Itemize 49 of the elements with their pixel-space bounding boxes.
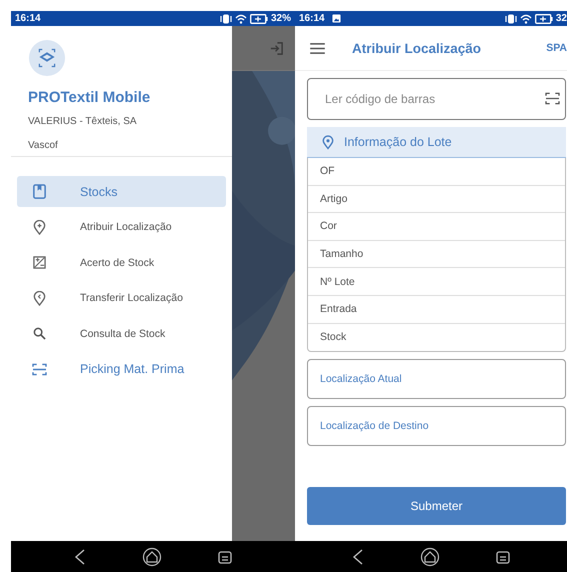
action-link[interactable]: SPA (546, 42, 567, 54)
barcode-field[interactable]: Ler código de barras (307, 78, 566, 120)
section-title: Informação do Lote (344, 135, 452, 149)
wifi-icon (520, 14, 532, 24)
app-logo-icon (28, 39, 66, 77)
info-row: Nº Lote (308, 268, 565, 296)
menu-item[interactable]: Atribuir Localização (17, 212, 226, 242)
bookmark-book-icon (32, 184, 47, 199)
info-row-text: Stock (319, 330, 348, 346)
scan-icon[interactable] (545, 92, 560, 105)
battery-icon (250, 14, 268, 24)
menu-icon[interactable] (310, 42, 325, 54)
location-pin-icon (322, 134, 334, 150)
wifi-icon (234, 14, 247, 24)
menu-item[interactable]: Acerto de Stock (17, 247, 226, 278)
vibrate-icon (504, 14, 517, 24)
scan-icon (32, 362, 47, 376)
adjust-square-icon (32, 256, 47, 269)
back-icon[interactable] (352, 548, 364, 564)
recents-icon[interactable] (496, 550, 510, 564)
info-row: OF (308, 158, 565, 186)
submit-button[interactable]: Submeter (307, 487, 566, 525)
menu-item[interactable]: Consulta de Stock (17, 318, 226, 349)
menu-item[interactable]: Picking Mat. Prima (17, 354, 226, 384)
app-name: PROTextil Mobile (28, 89, 152, 106)
info-row: Entrada (308, 296, 565, 324)
battery-icon (534, 14, 553, 24)
battery-percent: 32 (556, 13, 567, 24)
vibrate-icon (220, 14, 232, 24)
image-notification-icon (332, 14, 341, 23)
info-row: Artigo (308, 186, 565, 214)
recents-icon[interactable] (218, 550, 232, 564)
search-icon (32, 327, 47, 340)
menu-item[interactable]: Transferir Localização (17, 282, 226, 314)
info-row: Tamanho (308, 240, 565, 268)
location-field[interactable]: Localização Atual (307, 359, 566, 400)
location-field[interactable]: Localização de Destino (307, 406, 566, 446)
user-name: Vascof (28, 140, 59, 151)
screen-title: Atribuir Localização (352, 40, 482, 56)
status-time: 16:14 (15, 13, 41, 24)
location-arrow-icon (32, 290, 47, 306)
back-icon[interactable] (74, 548, 86, 564)
battery-percent: 32% (270, 13, 291, 24)
info-row: Cor (308, 213, 565, 241)
status-time: 16:14 (299, 13, 325, 24)
home-icon[interactable] (420, 546, 440, 566)
location-plus-icon (32, 220, 47, 234)
company-name: VALERIUS - Têxteis, SA (28, 116, 138, 127)
home-icon[interactable] (142, 546, 162, 566)
